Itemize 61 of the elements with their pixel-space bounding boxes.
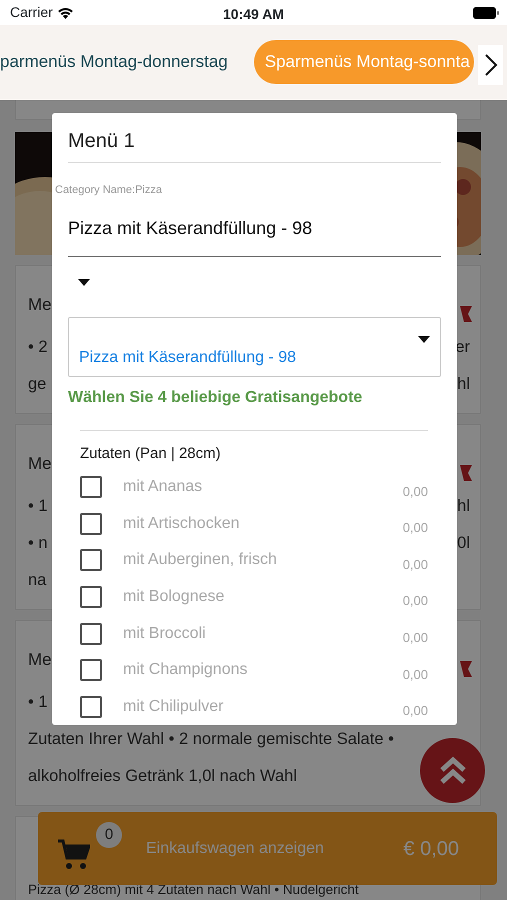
- checkbox[interactable]: [80, 512, 102, 535]
- menu-description: • n: [28, 533, 48, 554]
- caret-icon: [78, 278, 90, 286]
- ribbon-icon: [460, 661, 472, 677]
- option-label[interactable]: mit Ananas: [123, 475, 403, 500]
- checkbox[interactable]: [80, 622, 102, 645]
- wifi-icon: [56, 6, 74, 19]
- battery-icon: [473, 6, 499, 18]
- next-button[interactable]: [478, 45, 503, 85]
- menu-tab[interactable]: Sparmenüs Montag-sonnta: [254, 40, 474, 84]
- count-badge: 0: [96, 822, 122, 848]
- menu-description: • 1: [28, 496, 48, 517]
- product-field[interactable]: Pizza mit Käserandfüllung - 98: [68, 198, 441, 256]
- dropdown-button[interactable]: [78, 278, 90, 286]
- menu-description: hl: [457, 374, 470, 395]
- product-select[interactable]: Pizza mit Käserandfüllung - 98: [68, 316, 441, 376]
- checkbox[interactable]: [80, 586, 102, 608]
- option-label[interactable]: mit Broccoli: [123, 622, 403, 646]
- menu-title: Me: [28, 294, 52, 316]
- option-label[interactable]: mit Artischocken: [123, 512, 403, 536]
- menu-title: Me: [28, 453, 52, 476]
- option-price: 0,00: [402, 482, 428, 501]
- menu-description: alkoholfreies Getränk 1,0l nach Wahl: [28, 766, 298, 787]
- carrier-label: Carrier: [10, 3, 53, 22]
- option-price: 0,00: [402, 666, 428, 684]
- cart-total: € 0,00: [403, 836, 459, 862]
- hint-text: Wählen Sie 4 beliebige Gratisangebote: [68, 388, 364, 408]
- menu-description: Pizza (Ø 28cm) mit 4 Zutaten nach Wahl • Nudelgericht: [28, 882, 359, 897]
- menu-description: hl: [457, 496, 470, 517]
- menu-tab[interactable]: parmenüs Montag-donnerstag: [0, 40, 228, 84]
- checkbox[interactable]: [80, 549, 102, 572]
- cart-button[interactable]: 0 Einkaufswagen anzeigen € 0,00: [38, 812, 497, 885]
- option-price: 0,00: [402, 556, 428, 574]
- menu-description: • 2: [28, 337, 48, 358]
- ribbon-icon: [460, 465, 472, 481]
- option-label[interactable]: mit Champignons: [123, 658, 403, 682]
- group-title: Zutaten (Pan | 28cm): [80, 444, 222, 464]
- menu-description: • 1: [28, 692, 48, 713]
- menu-description: na: [28, 570, 46, 591]
- option-price: 0,00: [402, 628, 428, 647]
- option-price: 0,00: [402, 519, 428, 538]
- option-label[interactable]: mit Chilipulver: [123, 694, 403, 719]
- caret-icon: [418, 336, 430, 342]
- category-label: Category Name:Pizza: [55, 183, 163, 198]
- option-label[interactable]: mit Auberginen, frisch: [123, 548, 403, 572]
- checkbox[interactable]: [80, 476, 102, 498]
- menu-description: 0l: [457, 533, 470, 554]
- menu-description: ge: [28, 374, 46, 395]
- option-price: 0,00: [402, 702, 428, 720]
- option-label[interactable]: mit Bolognese: [123, 585, 403, 610]
- option-price: 0,00: [402, 592, 428, 610]
- cart-icon: [58, 838, 90, 870]
- menu-description: Zutaten Ihrer Wahl • 2 normale gemischte Salate •: [28, 729, 394, 750]
- menu-title: Me: [28, 649, 52, 672]
- double-chevron-up-icon: [438, 756, 468, 786]
- chevron-right-icon: [484, 53, 498, 77]
- dialog-title: Menü 1: [68, 113, 441, 163]
- time-label: 10:49 AM: [223, 5, 284, 24]
- checkbox[interactable]: [80, 659, 102, 682]
- ribbon-icon: [460, 306, 472, 322]
- checkbox[interactable]: [80, 696, 102, 718]
